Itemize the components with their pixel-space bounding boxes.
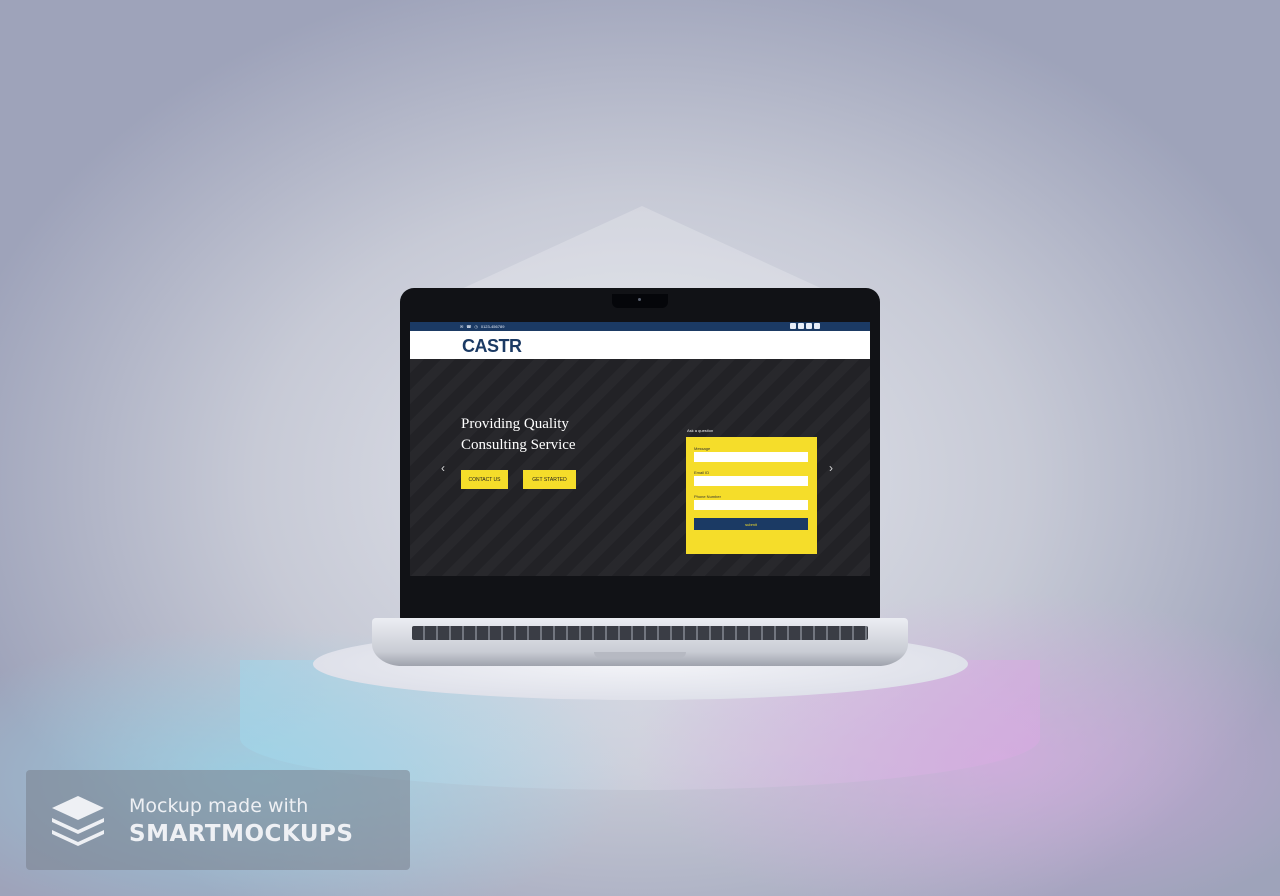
form-heading: Ask a question [687,428,714,433]
instagram-icon[interactable] [806,323,812,329]
social-links [790,323,820,329]
website-navbar: CASTR [410,331,870,359]
clock-icon: ◷ [474,324,478,329]
submit-button[interactable]: submit [694,518,808,530]
laptop-base [372,618,908,666]
twitter-icon[interactable] [798,323,804,329]
smartmockups-watermark: Mockup made with SMARTMOCKUPS [26,770,410,870]
headline-line-2: Consulting Service [461,437,576,453]
trackpad-lip [594,652,686,658]
site-logo[interactable]: CASTR [462,336,522,357]
laptop-screen: ✉ ☎ ◷ 0123-456789 CASTR Providing Qualit… [410,322,870,576]
watermark-line-1: Mockup made with [129,795,309,817]
message-input[interactable] [694,452,808,462]
linkedin-icon[interactable] [814,323,820,329]
mail-icon[interactable]: ✉ [460,324,463,329]
get-started-button[interactable]: GET STARTED [523,470,576,489]
chevron-left-icon[interactable]: ‹ [441,461,445,475]
facebook-icon[interactable] [790,323,796,329]
hero-section: Providing Quality Consulting Service CON… [410,359,870,576]
camera-notch [612,294,668,308]
camera-icon [638,298,641,301]
topbar-phone[interactable]: 0123-456789 [481,324,505,329]
watermark-line-2: SMARTMOCKUPS [129,821,354,847]
phone-input[interactable] [694,500,808,510]
question-form: Message Email ID Phone Number submit [686,437,817,554]
chevron-right-icon[interactable]: › [829,461,833,475]
hero-headline: Providing Quality Consulting Service [461,414,641,456]
headline-line-1: Providing Quality [461,416,569,432]
email-input[interactable] [694,476,808,486]
keyboard [412,626,868,640]
website-topbar: ✉ ☎ ◷ 0123-456789 [410,322,870,331]
layers-stack-icon [52,796,104,846]
contact-us-button[interactable]: CONTACT US [461,470,508,489]
phone-icon[interactable]: ☎ [466,324,471,329]
contact-info: ✉ ☎ ◷ 0123-456789 [460,324,504,329]
laptop-lid: ✉ ☎ ◷ 0123-456789 CASTR Providing Qualit… [400,288,880,623]
